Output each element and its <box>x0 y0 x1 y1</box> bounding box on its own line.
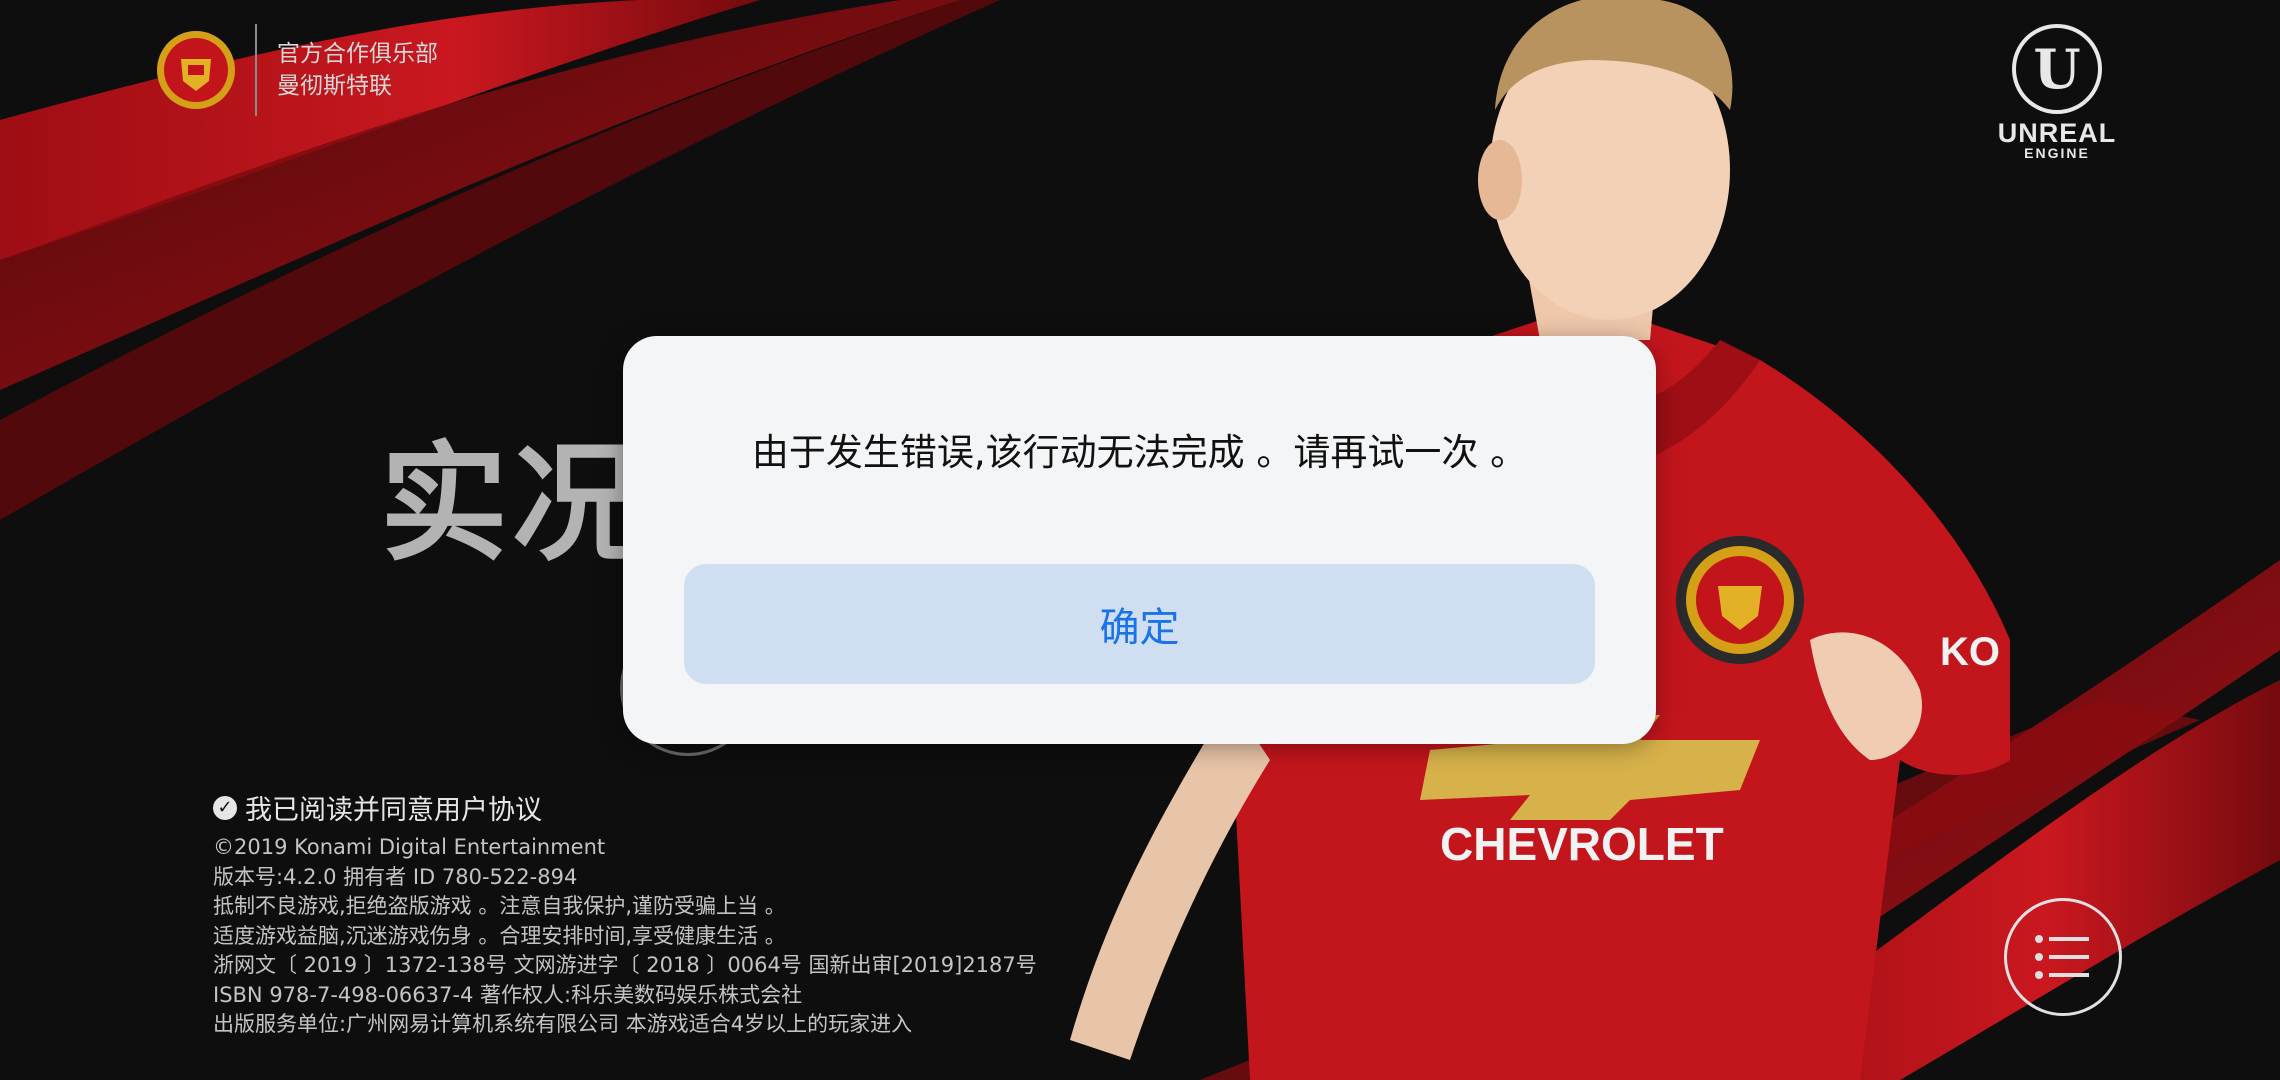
legal-line-2: 适度游戏益脑,沉迷游戏伤身 。合理安排时间,享受健康生活 。 <box>213 923 786 948</box>
agreement-label[interactable]: 我已阅读并同意用户协议 <box>245 788 542 827</box>
menu-list-icon <box>2035 935 2089 979</box>
confirm-button[interactable]: 确定 <box>684 564 1595 684</box>
dialog-message: 由于发生错误,该行动无法完成 。请再试一次 。 <box>751 431 1528 474</box>
club-name: 曼彻斯特联 <box>277 73 392 99</box>
license-line: 浙网文〔 2019 〕1372-138号 文网游进字〔 2018 〕0064号 … <box>213 953 1037 977</box>
legal-line-1: 抵制不良游戏,拒绝盗版游戏 。注意自我保护,谨防受骗上当 。 <box>213 894 786 918</box>
manchester-united-crest-icon <box>157 31 235 109</box>
isbn-line: ISBN 978-7-498-06637-4 著作权人:科乐美数码娱乐株式会社 <box>213 982 803 1007</box>
version-line: 版本号:4.2.0 拥有者 ID 780-522-894 <box>213 864 578 889</box>
publisher-line: 出版服务单位:广州网易计算机系统有限公司 本游戏适合4岁以上的玩家进入 <box>213 1012 913 1036</box>
club-partner-block: 官方合作俱乐部 曼彻斯特联 <box>155 24 438 116</box>
menu-button[interactable] <box>2004 898 2122 1016</box>
sponsor-text: CHEVROLET <box>1440 818 1724 870</box>
check-circle-icon[interactable]: ✓ <box>213 795 237 820</box>
club-divider <box>255 24 257 116</box>
sleeve-sponsor-text: KO <box>1940 630 2000 674</box>
legal-info: ✓ 我已阅读并同意用户协议 ©2019 Konami Digital Enter… <box>213 788 1037 1040</box>
shirt-crest-icon <box>1676 536 1804 664</box>
error-dialog: 由于发生错误,该行动无法完成 。请再试一次 。 确定 <box>623 336 1656 744</box>
game-title: 实况 <box>380 430 645 579</box>
agreement-row[interactable]: ✓ 我已阅读并同意用户协议 <box>213 788 1037 827</box>
login-screen: 官方合作俱乐部 曼彻斯特联 U UNREAL ENGINE 实况 CHEVROL… <box>0 0 2280 1080</box>
club-text: 官方合作俱乐部 曼彻斯特联 <box>277 38 438 102</box>
copyright-line: ©2019 Konami Digital Entertainment <box>213 835 606 859</box>
club-partner-label: 官方合作俱乐部 <box>277 41 438 67</box>
